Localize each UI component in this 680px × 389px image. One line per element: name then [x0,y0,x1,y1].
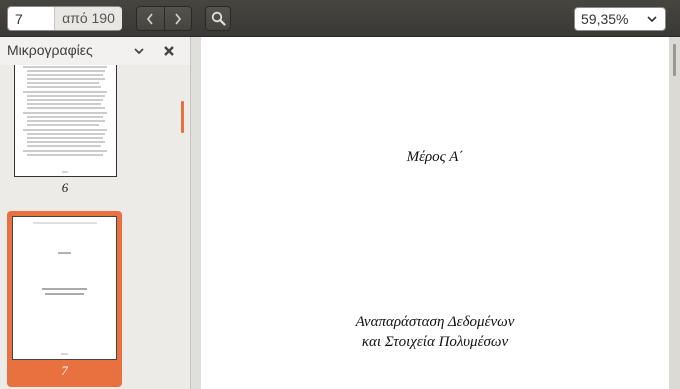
page-selector: από 190 [7,6,122,31]
subtitle-line-2: και Στοιχεία Πολυμέσων [361,334,509,350]
sidebar-title: Μικρογραφίες [7,42,93,58]
document-page: Μέρος Α΄ Αναπαράσταση Δεδομένων και Στοι… [201,37,669,389]
sidebar-header: Μικρογραφίες [0,37,190,65]
toc-page-preview [23,66,107,173]
zoom-value: 59,35% [581,11,629,27]
thumbnails-sidebar: Μικρογραφίες 6 7 [0,37,190,389]
previous-page-button[interactable] [137,7,165,30]
chevron-down-icon[interactable] [133,44,145,62]
sidebar-resize-handle[interactable] [190,37,201,389]
thumbnail-page-preview [12,216,117,360]
part-title: Μέρος Α΄ [406,149,464,165]
zoom-select[interactable]: 59,35% [574,7,666,31]
search-icon [211,11,226,26]
thumbnail-page-7-selected[interactable]: 7 [7,211,122,387]
thumbnail-list: 6 7 [0,65,190,389]
part-subtitle: Αναπαράσταση Δεδομένων και Στοιχεία Πολυ… [201,312,669,352]
next-page-button[interactable] [165,7,192,30]
thumbnail-page-6[interactable] [14,65,117,177]
page-total-label: από 190 [54,7,122,30]
thumbnail-label: 7 [61,363,68,378]
chevron-down-icon [646,12,658,29]
subtitle-line-1: Αναπαράσταση Δεδομένων [355,314,515,330]
sidebar-scrollbar[interactable] [181,101,184,133]
page-number-input[interactable] [8,7,54,30]
toolbar: από 190 59,35% [0,0,680,37]
chevron-left-icon [147,13,153,24]
thumbnail-label: 6 [61,180,69,195]
search-button[interactable] [205,6,231,31]
page-nav-group [136,6,192,31]
document-scrollbar[interactable] [673,44,676,76]
chevron-right-icon [175,13,181,24]
close-icon[interactable] [163,44,175,62]
